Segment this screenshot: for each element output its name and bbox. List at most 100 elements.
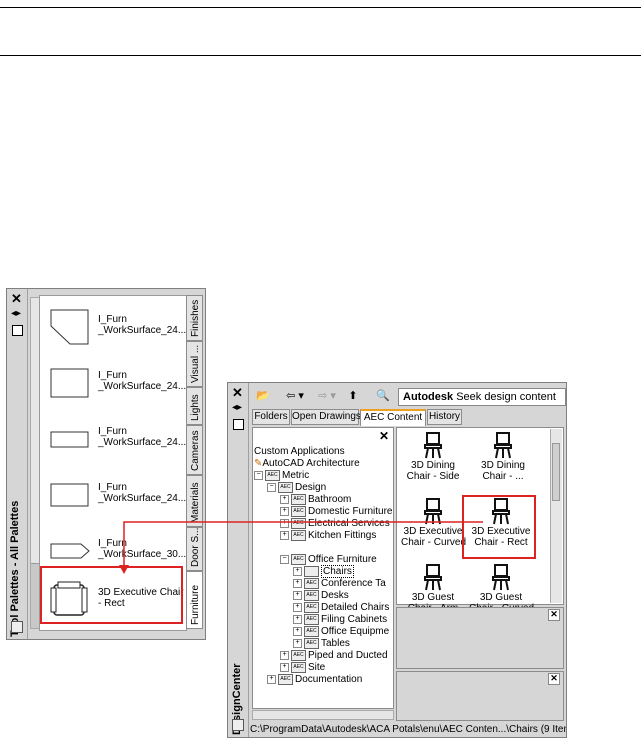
palette-tool-item[interactable]: I_Furn _WorkSurface_24...	[48, 472, 186, 516]
tree-node[interactable]: + AEC Electrical Services	[280, 518, 390, 530]
tree-node[interactable]: + AEC Desks	[293, 590, 349, 602]
tab-history[interactable]: History	[427, 409, 462, 425]
aec-folder-icon: AEC	[278, 482, 293, 493]
autohide-icon[interactable]: ◂▸	[11, 308, 21, 319]
tree-node-selected[interactable]: + Chairs	[293, 565, 354, 579]
tree-node[interactable]: + AEC Tables	[293, 638, 350, 650]
tool-palettes-titlebar[interactable]: ✕ ◂▸ Tool Palettes - All Palettes	[7, 289, 28, 639]
palette-tool-label: I_Furn _WorkSurface_24...	[98, 370, 187, 392]
tab-label: Materials	[190, 482, 201, 523]
tab-finishes[interactable]: Finishes	[186, 295, 203, 341]
close-icon[interactable]: ✕	[379, 429, 389, 443]
chair-icon	[424, 432, 442, 459]
scrollbar-thumb[interactable]	[31, 298, 39, 564]
content-item[interactable]: 3D Dining Chair - ...	[471, 430, 535, 494]
tree-node[interactable]: + AEC Detailed Chairs	[293, 602, 389, 614]
up-folder-icon[interactable]: ⬆	[344, 388, 362, 405]
back-icon[interactable]: ⇦ ▾	[280, 388, 310, 405]
tab-lights[interactable]: Lights	[186, 387, 203, 425]
content-scrollbar[interactable]	[550, 429, 562, 603]
tree-node[interactable]: + AEC Bathroom	[280, 494, 351, 506]
content-item-label: 3D Executive Chair - Curved	[401, 526, 467, 548]
tree-node[interactable]: + AEC Site	[280, 662, 325, 674]
tree-label: Conference Ta	[321, 578, 386, 590]
palette-tool-label: I_Furn _WorkSurface_24...	[98, 426, 187, 448]
tab-materials[interactable]: Materials	[186, 475, 203, 527]
tree-node[interactable]: + AEC Kitchen Fittings	[280, 530, 376, 542]
content-item[interactable]: 3D Dining Chair - Side	[401, 430, 465, 494]
expand-icon[interactable]: +	[293, 591, 302, 600]
collapse-icon[interactable]: −	[267, 483, 276, 492]
tab-door[interactable]: Door S...	[186, 527, 203, 571]
tree-horizontal-scrollbar[interactable]	[252, 710, 394, 720]
content-item[interactable]: 3D Executive Chair - Curved	[401, 496, 467, 560]
expand-icon[interactable]: +	[293, 615, 302, 624]
aec-folder-icon: AEC	[278, 674, 293, 685]
tree-node[interactable]: + AEC Office Equipme	[293, 626, 389, 638]
aec-folder-icon: AEC	[291, 662, 306, 673]
seek-design-content-button[interactable]: Autodesk Seek design content	[398, 388, 566, 406]
tree-node[interactable]: + AEC Conference Ta	[293, 578, 386, 590]
close-icon[interactable]: ✕	[11, 292, 22, 305]
expand-icon[interactable]: +	[293, 639, 302, 648]
tree-label: AutoCAD Architecture	[262, 458, 360, 469]
properties-icon[interactable]	[12, 325, 23, 336]
expand-icon[interactable]: +	[293, 579, 302, 588]
expand-icon[interactable]: +	[280, 663, 289, 672]
expand-icon[interactable]: +	[280, 495, 289, 504]
collapse-icon[interactable]: −	[254, 471, 263, 480]
load-folder-icon[interactable]: 📂	[254, 388, 272, 405]
close-icon[interactable]: ✕	[232, 386, 243, 399]
designcenter-window: ✕ ◂▸ DesignCenter 📂 ⇦ ▾ ⇨ ▾ ⬆ 🔍 Autodesk…	[227, 382, 567, 738]
tree-label: Office Equipme	[321, 626, 390, 638]
designcenter-titlebar[interactable]: ✕ ◂▸ DesignCenter	[228, 383, 249, 737]
expand-icon[interactable]: +	[293, 567, 302, 576]
close-icon[interactable]: ✕	[548, 609, 560, 621]
expand-icon[interactable]: +	[280, 651, 289, 660]
tab-visual[interactable]: Visual ...	[186, 341, 203, 387]
scrollbar-thumb[interactable]	[552, 443, 560, 501]
tab-label: Cameras	[190, 430, 201, 471]
tree-node[interactable]: Custom Applications	[254, 446, 345, 458]
tree-label: Kitchen Fittings	[308, 530, 377, 542]
tree-node[interactable]: ✎AutoCAD Architecture	[254, 458, 360, 470]
expand-icon[interactable]: +	[280, 531, 289, 540]
expand-icon[interactable]: +	[293, 603, 302, 612]
tree-node[interactable]: + AEC Piped and Ducted	[280, 650, 388, 662]
tab-furniture[interactable]: Furniture	[186, 571, 203, 629]
tab-label: Door S...	[190, 527, 201, 567]
expand-icon[interactable]: +	[267, 675, 276, 684]
tab-label: Furniture	[190, 584, 201, 625]
search-icon[interactable]: 🔍	[374, 388, 392, 405]
autohide-icon[interactable]: ◂▸	[232, 402, 242, 413]
tab-label: Lights	[190, 394, 201, 421]
tab-folders[interactable]: Folders	[252, 409, 290, 425]
palette-menu-icon[interactable]	[11, 621, 23, 633]
palette-tool-item[interactable]: I_Furn _WorkSurface_24...	[48, 360, 186, 404]
tab-open-drawings[interactable]: Open Drawings	[291, 409, 361, 425]
tab-aec-content[interactable]: AEC Content	[360, 409, 426, 426]
expand-icon[interactable]: +	[280, 507, 289, 516]
window-menu-icon[interactable]	[232, 719, 244, 731]
close-icon[interactable]: ✕	[548, 673, 560, 685]
tree-node[interactable]: + AEC Filing Cabinets	[293, 614, 387, 626]
aec-folder-icon: AEC	[291, 530, 306, 541]
designcenter-toolbar: 📂 ⇦ ▾ ⇨ ▾ ⬆ 🔍 Autodesk Seek design conte…	[250, 386, 566, 408]
tree-node[interactable]: − AEC Metric	[254, 470, 309, 482]
tree-label: Piped and Ducted	[308, 650, 388, 662]
tree-node[interactable]: + AEC Domestic Furniture	[280, 506, 392, 518]
content-item-label: 3D Dining Chair - ...	[481, 460, 525, 482]
properties-icon[interactable]	[233, 419, 244, 430]
tree-node[interactable]: − AEC Design	[267, 482, 326, 494]
expand-icon[interactable]: +	[280, 519, 289, 528]
aec-folder-icon: AEC	[291, 506, 306, 517]
tree-node[interactable]: + AEC Documentation	[267, 674, 362, 686]
tree-label: Tables	[321, 638, 350, 650]
expand-icon[interactable]: +	[293, 627, 302, 636]
collapse-icon[interactable]: −	[280, 555, 289, 564]
palette-tool-item[interactable]: I_Furn _WorkSurface_24...	[48, 416, 186, 460]
tab-cameras[interactable]: Cameras	[186, 425, 203, 475]
forward-icon[interactable]: ⇨ ▾	[312, 388, 342, 405]
palette-tool-item[interactable]: I_Furn _WorkSurface_24...	[48, 304, 186, 348]
tree-label: Filing Cabinets	[321, 614, 388, 626]
